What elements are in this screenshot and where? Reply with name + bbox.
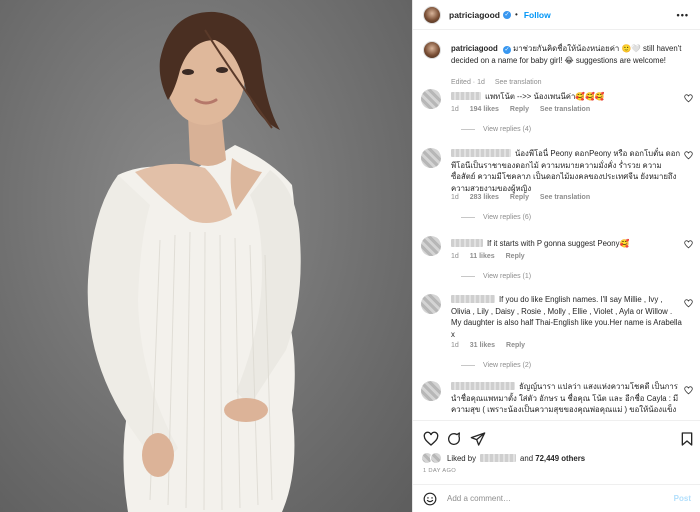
redacted-username [451,382,515,390]
emoji-icon[interactable] [423,492,437,506]
comment-meta: 1d 194 likes Reply See translation [451,106,599,113]
likes-others-count[interactable]: 72,449 others [535,454,585,463]
post-header: patriciagood ✓ • Follow ••• [413,0,700,30]
save-bookmark-icon[interactable] [679,431,695,447]
share-send-icon[interactable] [470,431,486,447]
comment-meta: 1d 31 likes Reply [451,342,534,349]
redacted-username [451,295,495,303]
redacted-username [451,149,511,157]
comment-like-icon[interactable] [684,299,693,308]
view-replies-button[interactable]: View replies (2) [461,362,531,369]
caption-username[interactable]: patriciagood [451,44,498,53]
comment-like-icon[interactable] [684,240,693,249]
comments-scroll-area[interactable]: patriciagood ✓ มาช่วยกันคิดชื่อให้น้องหน… [413,31,700,419]
view-replies-button[interactable]: View replies (1) [461,273,531,280]
redacted-username [451,92,481,100]
comment-meta: 1d 11 likes Reply [451,253,534,260]
more-options-icon[interactable]: ••• [677,10,689,20]
comment-avatar[interactable] [421,148,441,168]
comment-text-block: If it starts with P gonna suggest Peony🥰 [451,238,683,250]
verified-badge-icon: ✓ [503,10,512,19]
redacted-username [451,239,483,247]
comment-avatar[interactable] [421,89,441,109]
comment-see-translation[interactable]: See translation [540,194,590,201]
follow-button[interactable]: Follow [524,10,551,20]
comment-text-block: น้องพีโอนี่ Peony ดอกPeony หรือ ดอกโบตั๋… [451,148,683,194]
post-time-ago: 1 DAY AGO [423,468,457,474]
comment-time: 1d [451,342,459,349]
comment-avatar[interactable] [421,381,441,401]
comment-likes[interactable]: 31 likes [470,342,495,349]
post-photo[interactable] [0,0,412,512]
comment-avatar[interactable] [421,236,441,256]
comment-text: If it starts with P gonna suggest Peony🥰 [487,239,630,248]
likes-and-label: and [520,453,534,463]
liked-by-label: Liked by [447,453,477,463]
comment-time: 1d [451,194,459,201]
comment-time: 1d [451,106,459,113]
caption-author-avatar[interactable] [423,41,441,59]
comment-text-block: If you do like English names. I'll say M… [451,294,683,340]
comment-likes[interactable]: 194 likes [470,106,499,113]
comment-like-icon[interactable] [684,151,693,160]
like-heart-icon[interactable] [423,431,439,447]
add-comment-bar: Add a comment… Post [413,484,700,512]
comment-text: แพทโน้ต -->> น้องเพนนีค่า🥰🥰🥰 [485,92,605,101]
comment-text-block: ธัญญ์นารา แปลว่า แสงแห่งความโชคดี เป็นกา… [451,381,683,416]
author-avatar[interactable] [423,5,441,24]
comment-reply-button[interactable]: Reply [510,106,529,113]
comment-reply-button[interactable]: Reply [506,253,525,260]
post-side-panel: patriciagood ✓ • Follow ••• patriciagood… [412,0,700,512]
redacted-username [480,454,517,462]
add-comment-input[interactable]: Add a comment… [447,494,511,503]
likes-summary[interactable]: Liked by and 72,449 others [421,452,585,464]
comment-like-icon[interactable] [684,94,693,103]
comment-time: 1d [451,253,459,260]
caption-see-translation[interactable]: See translation [495,79,542,86]
comment-like-icon[interactable] [684,386,693,395]
caption-meta: Edited · 1d See translation [451,79,550,86]
comment-reply-button[interactable]: Reply [506,342,525,349]
caption-text-block: patriciagood ✓ มาช่วยกันคิดชื่อให้น้องหน… [451,43,693,67]
comment-likes[interactable]: 11 likes [470,253,495,260]
header-separator: • [515,10,518,19]
post-comment-button[interactable]: Post [674,494,691,503]
caption-verified-icon: ✓ [502,46,511,54]
view-replies-button[interactable]: View replies (6) [461,214,531,221]
comment-likes[interactable]: 283 likes [470,194,499,201]
comment-text-block: แพทโน้ต -->> น้องเพนนีค่า🥰🥰🥰 [451,91,683,103]
comment-meta: 1d 283 likes Reply See translation [451,194,599,201]
comment-bubble-icon[interactable] [446,431,462,447]
comment-avatar[interactable] [421,294,441,314]
caption-edited-time: Edited · 1d [451,79,485,86]
liker-avatars [421,452,443,464]
comment-reply-button[interactable]: Reply [510,194,529,201]
author-username[interactable]: patriciagood [449,10,500,20]
view-replies-button[interactable]: View replies (4) [461,126,531,133]
photo-illustration [87,11,301,512]
comment-see-translation[interactable]: See translation [540,106,590,113]
